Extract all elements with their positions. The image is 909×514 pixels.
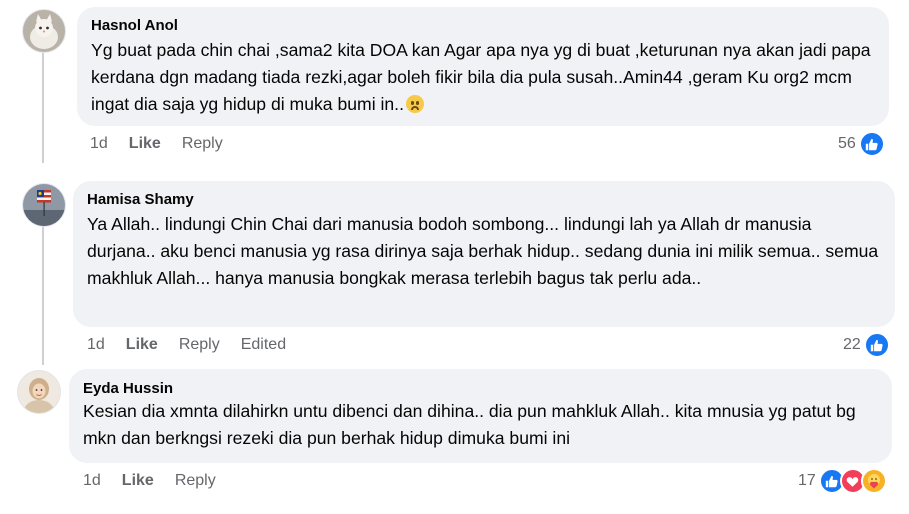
like-button[interactable]: Like xyxy=(129,135,161,153)
comment-text: Yg buat pada chin chai ,sama2 kita DOA k… xyxy=(91,37,875,118)
comment-actions: 1d Like Reply xyxy=(83,472,237,490)
avatar-hamisa-shamy[interactable] xyxy=(22,183,66,227)
comment-bubble: Eyda Hussin Kesian dia xmnta dilahirkn u… xyxy=(69,369,892,463)
comment-text: Ya Allah.. lindungi Chin Chai dari manus… xyxy=(87,214,884,288)
comment-time[interactable]: 1d xyxy=(90,135,108,153)
thread-line xyxy=(42,225,44,365)
comment-actions: 1d Like Reply Edited xyxy=(87,336,307,354)
like-icon xyxy=(863,332,890,358)
edited-label: Edited xyxy=(240,336,287,353)
comment-time[interactable]: 1d xyxy=(87,336,105,354)
flag-avatar-icon xyxy=(23,184,65,226)
reaction-count: 17 xyxy=(798,472,816,489)
comment-bubble: Hasnol Anol Yg buat pada chin chai ,sama… xyxy=(77,7,889,126)
cat-avatar-icon xyxy=(23,10,65,52)
comment-time[interactable]: 1d xyxy=(83,472,101,490)
reaction-summary[interactable]: 17 xyxy=(798,468,887,494)
reaction-count: 56 xyxy=(838,135,856,152)
comment-actions: 1d Like Reply xyxy=(90,135,244,153)
reply-button[interactable]: Reply xyxy=(175,472,216,490)
like-button[interactable]: Like xyxy=(126,336,158,354)
avatar-hasnol-anol[interactable] xyxy=(22,9,66,53)
comment-text-body: Yg buat pada chin chai ,sama2 kita DOA k… xyxy=(91,40,876,114)
care-icon xyxy=(860,468,887,494)
thread-line xyxy=(42,53,44,163)
like-button[interactable]: Like xyxy=(122,472,154,490)
comment-text: Kesian dia xmnta dilahirkn untu dibenci … xyxy=(83,401,861,448)
reply-button[interactable]: Reply xyxy=(182,135,223,153)
like-icon xyxy=(858,131,885,157)
comment-author[interactable]: Eyda Hussin xyxy=(83,379,878,398)
reaction-count: 22 xyxy=(843,336,861,353)
comment-author[interactable]: Hamisa Shamy xyxy=(87,190,881,209)
avatar-eyda-hussin[interactable] xyxy=(17,370,61,414)
reaction-summary[interactable]: 22 xyxy=(843,332,890,358)
comment-author[interactable]: Hasnol Anol xyxy=(91,16,875,35)
crying-face-icon xyxy=(405,95,424,113)
comment-bubble: Hamisa Shamy Ya Allah.. lindungi Chin Ch… xyxy=(73,181,895,327)
reply-button[interactable]: Reply xyxy=(179,336,220,354)
reaction-summary[interactable]: 56 xyxy=(838,131,885,157)
person-avatar-icon xyxy=(18,371,60,413)
